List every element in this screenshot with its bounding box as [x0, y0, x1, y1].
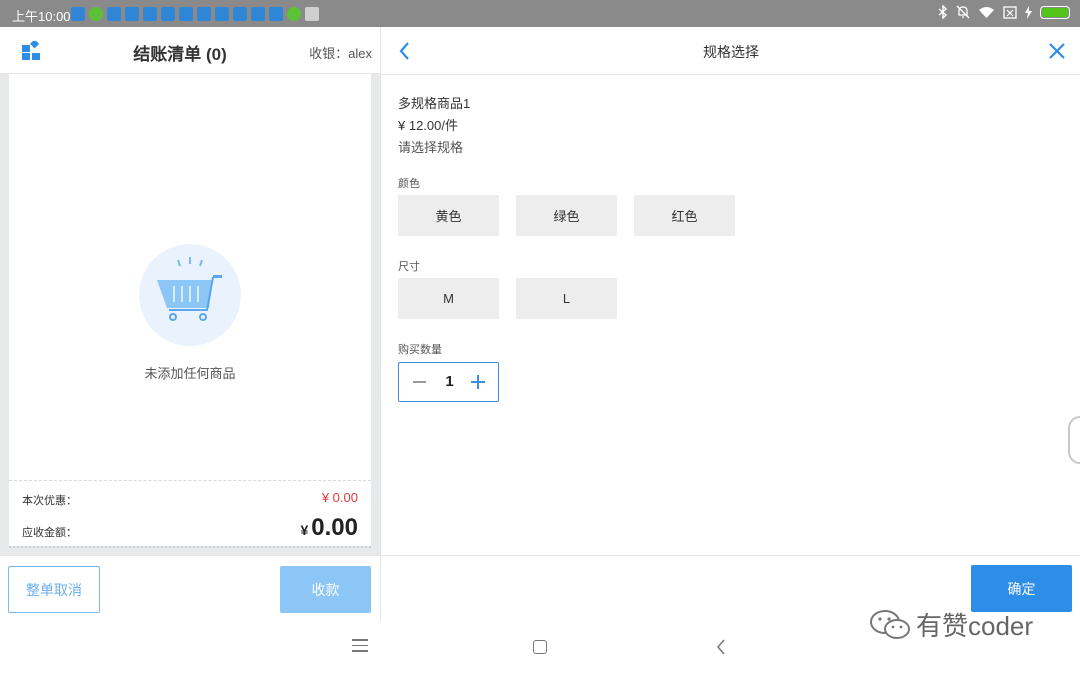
checkout-panel: 结账清单 (0) 收银：alex 未添加任何商品 本次优惠： ¥ 0.00 应收…: [0, 27, 380, 621]
status-time: 上午10:00: [12, 9, 71, 24]
size-option-l[interactable]: L: [516, 278, 617, 319]
amount-due-number: 0.00: [311, 514, 358, 541]
app-notification-icon: [71, 7, 85, 21]
system-indicators: [938, 5, 1070, 19]
currency-symbol: ¥: [300, 522, 309, 538]
product-price: ¥ 12.00/件: [398, 118, 458, 133]
color-option-yellow[interactable]: 黄色: [398, 195, 499, 236]
receipt-edge: [9, 546, 371, 549]
amount-due-value: ¥0.00: [300, 514, 358, 542]
cashier-label: 收银：alex: [309, 46, 372, 61]
quantity-section-label: 购买数量: [398, 344, 442, 356]
app-notification-icon: [125, 7, 139, 21]
close-icon[interactable]: [1047, 41, 1067, 61]
android-notification-icon: [287, 7, 301, 21]
spec-title: 规格选择: [703, 44, 759, 60]
color-section-label: 颜色: [398, 178, 420, 190]
increment-button[interactable]: [471, 375, 485, 389]
app-notification-icon: [179, 7, 193, 21]
nav-back-icon[interactable]: [715, 639, 727, 655]
checkout-title: 结账清单 (0): [133, 45, 227, 64]
checkout-footer: 整单取消 收款: [0, 555, 380, 621]
app-notification-icon: [143, 7, 157, 21]
side-drawer-handle[interactable]: [1068, 416, 1080, 464]
app-notification-icon: [197, 7, 211, 21]
watermark-text: 有赞coder: [916, 611, 1034, 641]
status-bar: 上午10:00: [0, 0, 1080, 27]
color-option-red[interactable]: 红色: [634, 195, 735, 236]
mute-bell-icon: [956, 5, 970, 19]
upload-notification-icon: [269, 7, 283, 21]
confirm-button[interactable]: 确定: [971, 565, 1072, 612]
battery-icon: [1040, 5, 1070, 19]
menu-icon[interactable]: [352, 639, 368, 653]
wifi-icon: [979, 6, 994, 18]
bluetooth-icon: [938, 5, 948, 19]
app-notification-icon: [233, 7, 247, 21]
collect-payment-button[interactable]: 收款: [280, 566, 371, 613]
quantity-stepper: 1: [398, 362, 499, 402]
discount-value: ¥ 0.00: [321, 490, 358, 505]
app-notification-icon: [215, 7, 229, 21]
shopping-cart-icon: [157, 257, 222, 321]
product-name: 多规格商品1: [398, 96, 471, 111]
cart-list: 未添加任何商品 本次优惠： ¥ 0.00 应收金额： ¥0.00: [9, 74, 371, 546]
message-notification-icon: [305, 7, 319, 21]
app-notification-icon: [107, 7, 121, 21]
spec-hint: 请选择规格: [398, 140, 464, 155]
no-sim-icon: [1003, 5, 1017, 19]
amount-due-label: 应收金额：: [22, 527, 77, 539]
android-notification-icon: [89, 7, 103, 21]
notification-icons: [71, 7, 319, 21]
cancel-order-button[interactable]: 整单取消: [8, 566, 100, 613]
app-notification-icon: [161, 7, 175, 21]
checkout-header: 结账清单 (0) 收银：alex: [0, 27, 380, 74]
wechat-logo-icon: [870, 609, 910, 639]
home-icon[interactable]: [533, 640, 547, 654]
size-option-m[interactable]: M: [398, 278, 499, 319]
color-option-green[interactable]: 绿色: [516, 195, 617, 236]
app-notification-icon: [251, 7, 265, 21]
empty-cart-text: 未添加任何商品: [144, 366, 236, 381]
divider: [9, 480, 371, 481]
empty-cart-illustration: [139, 244, 241, 346]
spec-header: 规格选择: [381, 27, 1080, 75]
size-section-label: 尺寸: [398, 261, 420, 273]
spec-selection-panel: 规格选择 多规格商品1 ¥ 12.00/件 请选择规格 颜色 黄色 绿色 红色 …: [380, 27, 1080, 621]
charging-icon: [1025, 5, 1032, 19]
watermark: 有赞coder: [868, 606, 1033, 643]
discount-label: 本次优惠：: [22, 495, 77, 507]
